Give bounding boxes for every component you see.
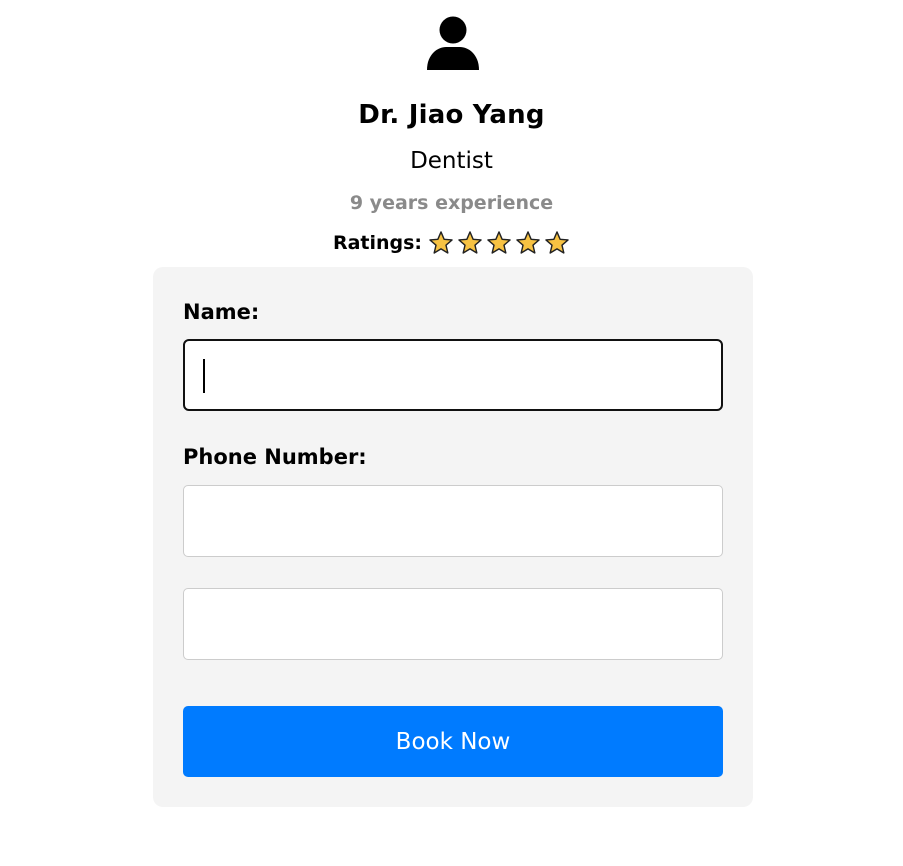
doctor-specialty: Dentist: [410, 148, 493, 174]
name-label: Name:: [183, 300, 260, 324]
rating-stars: [428, 230, 570, 256]
star-icon: [516, 231, 540, 254]
book-now-button[interactable]: Book Now: [183, 706, 723, 777]
additional-input[interactable]: [183, 588, 723, 660]
ratings-label: Ratings:: [332, 232, 423, 254]
user-icon: [427, 16, 479, 70]
star-icon: [487, 231, 511, 254]
star-icon: [429, 231, 453, 254]
booking-form: Name: Phone Number: Book Now: [153, 267, 753, 807]
ratings: Ratings:: [0, 230, 903, 256]
page: Dr. Jiao Yang Dentist 9 years experience…: [0, 0, 903, 866]
phone-number-input[interactable]: [183, 485, 723, 557]
name-input[interactable]: [183, 339, 723, 411]
text-caret: [203, 359, 205, 393]
phone-number-label: Phone Number:: [183, 445, 367, 469]
star-icon: [458, 231, 482, 254]
doctor-name: Dr. Jiao Yang: [358, 100, 545, 130]
doctor-experience: 9 years experience: [349, 192, 554, 214]
star-icon: [545, 231, 569, 254]
